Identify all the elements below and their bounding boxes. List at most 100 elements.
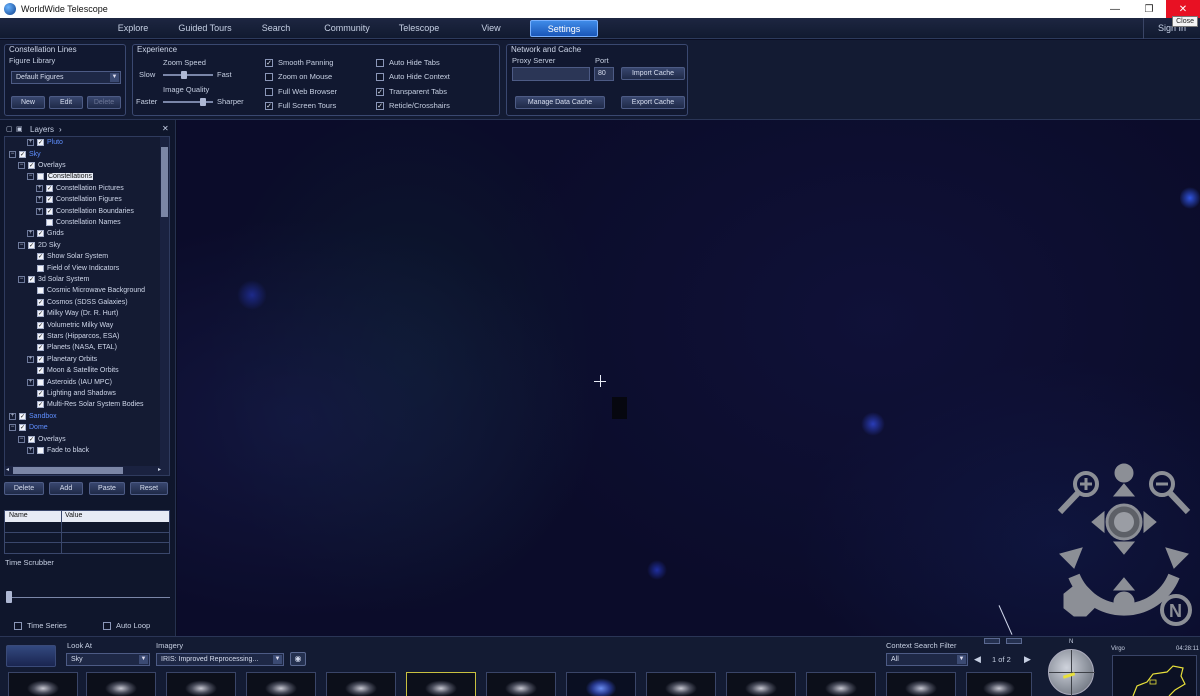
checkbox-box[interactable] — [376, 72, 384, 81]
layer-checkbox[interactable]: ✓ — [37, 355, 44, 363]
expand-icon[interactable]: + — [27, 230, 34, 238]
north-reset-icon[interactable]: N — [1160, 594, 1192, 626]
port-input[interactable]: 80 — [594, 67, 614, 81]
import-cache-button[interactable]: Import Cache — [621, 67, 685, 80]
transparent-tabs-checkbox[interactable]: ✓ Transparent Tabs — [376, 87, 447, 96]
layer-checkbox[interactable]: ✓ — [28, 241, 35, 249]
layer-checkbox[interactable]: ✓ — [19, 412, 26, 420]
thumbnail-item[interactable] — [806, 672, 876, 696]
checkbox-box[interactable] — [376, 58, 384, 67]
checkbox-box[interactable]: ✓ — [265, 58, 273, 67]
layer-tree-item[interactable]: ✓ Planets (NASA, ETAL) — [27, 342, 117, 353]
time-scrubber-slider[interactable] — [6, 591, 170, 603]
layer-checkbox[interactable] — [46, 218, 53, 226]
thumbnail-item[interactable] — [566, 672, 636, 696]
tab-guided-tours[interactable]: Guided Tours — [170, 20, 240, 37]
tab-explore[interactable]: Explore — [104, 20, 162, 37]
maximize-button[interactable]: ❐ — [1132, 0, 1166, 18]
layer-checkbox[interactable]: ✓ — [37, 298, 44, 306]
layer-checkbox[interactable]: ✓ — [19, 424, 26, 432]
tree-horizontal-scrollbar[interactable]: ◂ ▸ — [5, 466, 162, 475]
tilt-down-icon[interactable] — [1113, 591, 1135, 613]
thumbnail-item[interactable] — [326, 672, 396, 696]
tab-search[interactable]: Search — [248, 20, 304, 37]
collapse-icon[interactable]: − — [9, 150, 16, 158]
collapse-panel-icon[interactable] — [6, 645, 56, 667]
scroll-right-icon[interactable]: ▸ — [158, 466, 161, 473]
tab-telescope[interactable]: Telescope — [388, 20, 450, 37]
layer-tree-item[interactable]: − ✓ Sky — [9, 148, 41, 159]
layer-checkbox[interactable]: ✓ — [46, 196, 53, 204]
expand-icon[interactable]: + — [36, 184, 43, 192]
rotate-right-icon[interactable] — [1165, 547, 1189, 569]
layer-checkbox[interactable]: ✓ — [28, 275, 35, 283]
checkbox-box[interactable]: ✓ — [376, 101, 384, 110]
layer-checkbox[interactable]: ✓ — [37, 367, 44, 375]
collapse-icon[interactable]: − — [27, 173, 34, 181]
layer-tree-item[interactable]: − Constellations — [27, 171, 93, 182]
new-figure-button[interactable]: New — [11, 96, 45, 109]
scroll-left-icon[interactable]: ◂ — [6, 466, 9, 473]
layer-checkbox[interactable]: ✓ — [37, 389, 44, 397]
layer-checkbox[interactable]: ✓ — [37, 253, 44, 261]
collapse-icon[interactable]: − — [18, 275, 25, 283]
layer-tree-item[interactable]: ✓ Show Solar System — [27, 251, 108, 262]
thumbnail-item[interactable] — [966, 672, 1032, 696]
thumbnail-collapse-icon[interactable] — [984, 638, 1000, 644]
layer-tree-item[interactable]: + ✓ Grids — [27, 228, 64, 239]
close-layers-icon[interactable]: ✕ — [162, 124, 169, 133]
full-screen-tours-checkbox[interactable]: ✓ Full Screen Tours — [265, 101, 336, 110]
layer-checkbox[interactable] — [37, 378, 44, 386]
stop-icon[interactable] — [1063, 585, 1095, 617]
manage-data-cache-button[interactable]: Manage Data Cache — [515, 96, 605, 109]
expand-icon[interactable]: + — [36, 196, 43, 204]
layer-checkbox[interactable]: ✓ — [46, 184, 53, 192]
time-scrubber-thumb[interactable] — [6, 591, 12, 603]
auto-loop-checkbox[interactable]: Auto Loop — [103, 621, 150, 630]
thumbnail-item[interactable] — [886, 672, 956, 696]
image-quality-slider[interactable] — [163, 98, 213, 106]
layer-tree-item[interactable]: − ✓ Overlays — [18, 433, 66, 444]
layer-tree-item[interactable]: − ✓ Overlays — [18, 160, 66, 171]
context-filter-dropdown[interactable]: All ▼ — [886, 653, 968, 666]
expand-icon[interactable]: + — [27, 446, 34, 454]
zoom-on-mouse-checkbox[interactable]: Zoom on Mouse — [265, 72, 332, 81]
layer-tree-item[interactable]: − ✓ 2D Sky — [18, 240, 61, 251]
thumbnail-item[interactable] — [86, 672, 156, 696]
reset-layers-button[interactable]: Reset — [130, 482, 168, 495]
smooth-panning-checkbox[interactable]: ✓ Smooth Panning — [265, 58, 333, 67]
scroll-thumb[interactable] — [13, 467, 123, 474]
zoom-in-icon[interactable] — [1057, 471, 1099, 515]
tree-vertical-scrollbar[interactable] — [160, 137, 169, 475]
edit-figure-button[interactable]: Edit — [49, 96, 83, 109]
layer-tree-item[interactable]: ✓ Moon & Satellite Orbits — [27, 365, 119, 376]
thumbnail-item[interactable] — [726, 672, 796, 696]
layer-checkbox[interactable] — [37, 264, 44, 272]
layer-checkbox[interactable]: ✓ — [37, 401, 44, 409]
layer-checkbox[interactable]: ✓ — [37, 139, 44, 147]
layer-checkbox[interactable] — [37, 446, 44, 454]
checkbox-box[interactable] — [103, 621, 111, 630]
layer-tree-item[interactable]: + ✓ Constellation Pictures — [36, 183, 124, 194]
scroll-thumb[interactable] — [161, 147, 168, 217]
time-series-checkbox[interactable]: Time Series — [14, 621, 67, 630]
layer-tree-item[interactable]: − ✓ Dome — [9, 422, 48, 433]
paste-layer-button[interactable]: Paste — [89, 482, 125, 495]
expand-icon[interactable]: + — [27, 139, 34, 147]
thumbnail-item[interactable] — [166, 672, 236, 696]
chevron-right-icon[interactable]: › — [59, 125, 62, 134]
thumbnail-item[interactable] — [8, 672, 78, 696]
layer-tree-item[interactable]: + ✓ Planetary Orbits — [27, 354, 97, 365]
checkbox-box[interactable]: ✓ — [265, 101, 273, 110]
layer-tree-item[interactable]: ✓ Cosmos (SDSS Galaxies) — [27, 297, 128, 308]
thumbnail-item[interactable] — [246, 672, 316, 696]
layers-menu-icon[interactable]: ▣ — [16, 125, 23, 133]
layer-tree-item[interactable]: + Asteroids (IAU MPC) — [27, 376, 112, 387]
checkbox-box[interactable] — [14, 621, 22, 630]
zoom-speed-thumb[interactable] — [180, 71, 187, 79]
tab-community[interactable]: Community — [314, 20, 380, 37]
layer-tree-item[interactable]: + ✓ Constellation Figures — [36, 194, 122, 205]
expand-icon[interactable]: + — [36, 207, 43, 215]
layer-checkbox[interactable]: ✓ — [46, 207, 53, 215]
layer-tree-item[interactable]: ✓ Volumetric Milky Way — [27, 319, 113, 330]
